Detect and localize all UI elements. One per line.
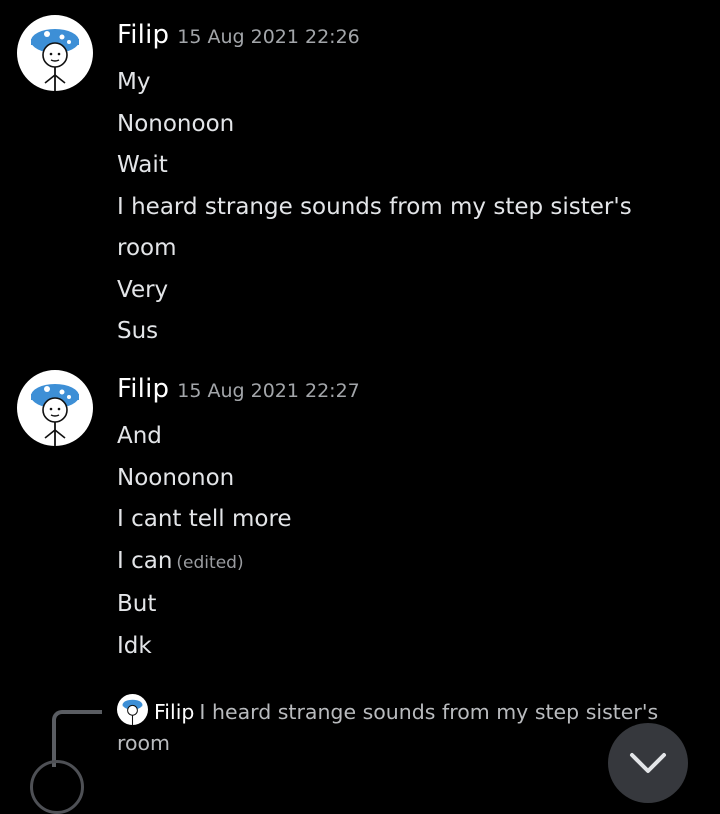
message-header: Filip 15 Aug 2021 22:27 — [117, 374, 360, 404]
message-line[interactable]: I can (edited) — [117, 541, 707, 585]
chevron-down-icon — [630, 753, 666, 773]
message-line[interactable]: My — [117, 62, 707, 104]
reply-author[interactable]: Filip — [154, 700, 194, 724]
message-line-text: I can — [117, 547, 173, 574]
reply-avatar — [117, 694, 148, 725]
timestamp: 15 Aug 2021 22:26 — [177, 26, 360, 48]
message-line[interactable]: And — [117, 416, 707, 458]
message-lines: And Noononon I cant tell more I can (edit… — [117, 416, 707, 667]
timestamp: 15 Aug 2021 22:27 — [177, 380, 360, 402]
username[interactable]: Filip — [117, 374, 169, 404]
stick-figure-mushroom-hat-icon — [122, 699, 143, 725]
username[interactable]: Filip — [117, 20, 169, 50]
message-line[interactable]: I cant tell more — [117, 499, 707, 541]
message-line[interactable]: room — [117, 228, 707, 270]
message-line[interactable]: Very — [117, 270, 707, 312]
message-line[interactable]: Wait — [117, 145, 707, 187]
reply-preview[interactable]: Filip I heard strange sounds from my step… — [117, 694, 677, 759]
message-line[interactable]: Nononoon — [117, 104, 707, 146]
message-lines: My Nononoon Wait I heard strange sounds … — [117, 62, 707, 353]
edited-label: (edited) — [176, 552, 244, 573]
avatar[interactable] — [17, 370, 93, 446]
stick-figure-mushroom-hat-icon — [31, 29, 79, 91]
stick-figure-mushroom-hat-icon — [31, 384, 79, 446]
message-header: Filip 15 Aug 2021 22:26 — [117, 20, 360, 50]
next-avatar — [30, 760, 84, 814]
message-line[interactable]: Noononon — [117, 458, 707, 500]
message-line[interactable]: But — [117, 584, 707, 626]
message-line[interactable]: I heard strange sounds from my step sist… — [117, 187, 707, 229]
message-line[interactable]: Sus — [117, 311, 707, 353]
avatar[interactable] — [17, 15, 93, 91]
reply-connector — [52, 710, 102, 767]
scroll-to-bottom-button[interactable] — [608, 723, 688, 803]
reply-text: I heard strange sounds from my step sist… — [117, 700, 659, 755]
message-line[interactable]: Idk — [117, 626, 707, 668]
